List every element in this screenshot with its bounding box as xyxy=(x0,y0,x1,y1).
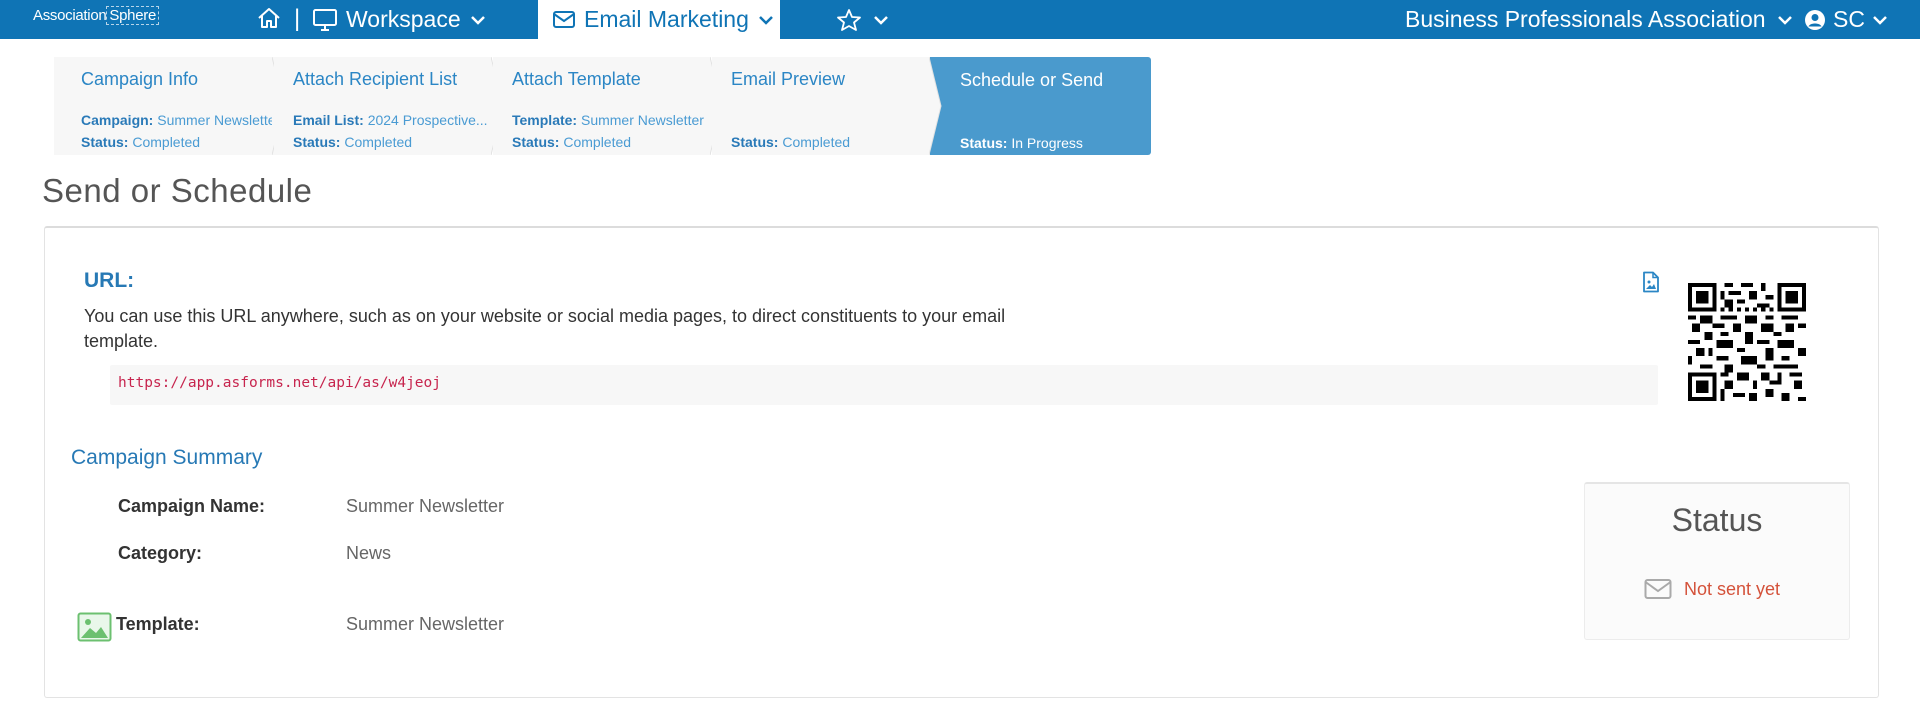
envelope-icon xyxy=(1644,579,1672,599)
page-title: Send or Schedule xyxy=(42,172,313,209)
send-status-text: Not sent yet xyxy=(1684,578,1781,599)
wizard-step-attach-recipient-list[interactable]: Attach Recipient List Email List: 2024 P… xyxy=(274,57,492,155)
home-icon[interactable] xyxy=(256,5,282,31)
workspace-label: Workspace xyxy=(346,6,461,32)
chevron-down-icon xyxy=(759,15,773,25)
campaign-url[interactable]: https://app.asforms.net/api/as/w4jeoj xyxy=(118,375,441,391)
wizard-step-attach-template[interactable]: Attach Template Template: Summer Newslet… xyxy=(493,57,711,155)
step-detail: Template: Summer Newsletter xyxy=(512,112,704,128)
category-value: News xyxy=(346,543,392,563)
step-title: Email Preview xyxy=(731,69,846,89)
chevron-down-icon xyxy=(1873,15,1887,25)
top-navbar: Association Sphere | Workspace Email Mark… xyxy=(0,0,1920,39)
logo-text: Association xyxy=(33,7,107,24)
organization-name: Business Professionals Association xyxy=(1405,6,1766,32)
logo-text-sphere: Sphere xyxy=(106,6,159,25)
app-logo[interactable]: Association Sphere xyxy=(33,6,159,25)
workspace-menu[interactable]: Workspace xyxy=(312,0,487,39)
category-label: Category: xyxy=(118,543,203,563)
step-title: Campaign Info xyxy=(81,69,199,89)
step-divider xyxy=(929,57,942,155)
nav-separator: | xyxy=(294,5,301,32)
favorites-menu[interactable] xyxy=(836,0,890,39)
envelope-icon xyxy=(553,10,575,28)
template-thumbnail-icon[interactable] xyxy=(77,612,112,642)
email-marketing-menu[interactable]: Email Marketing xyxy=(538,0,780,39)
user-initials: SC xyxy=(1833,6,1865,32)
step-status: Status: Completed xyxy=(731,134,851,150)
star-icon xyxy=(837,8,861,31)
wizard-step-email-preview[interactable]: Email Preview Status: Completed xyxy=(712,57,930,155)
step-status: Status: Completed xyxy=(81,134,201,150)
download-image-icon[interactable] xyxy=(1642,271,1660,293)
step-detail: Campaign: Summer Newsletter xyxy=(81,112,281,128)
step-status: Status: In Progress xyxy=(960,135,1083,151)
url-description: You can use this URL anywhere, such as o… xyxy=(84,306,1006,351)
step-title: Attach Template xyxy=(512,69,641,89)
campaign-wizard: Campaign Info Campaign: Summer Newslette… xyxy=(54,57,1151,155)
campaign-summary-heading: Campaign Summary xyxy=(71,446,263,469)
wizard-step-campaign-info[interactable]: Campaign Info Campaign: Summer Newslette… xyxy=(54,57,280,155)
step-status: Status: Completed xyxy=(293,134,413,150)
step-status: Status: Completed xyxy=(512,134,632,150)
user-circle-icon xyxy=(1805,9,1825,30)
step-detail: Email List: 2024 Prospective... xyxy=(293,112,488,128)
monitor-icon xyxy=(313,8,337,31)
send-status: Not sent yet xyxy=(1644,578,1780,600)
campaign-name-value: Summer Newsletter xyxy=(346,496,505,516)
chevron-down-icon xyxy=(470,15,485,25)
email-marketing-label: Email Marketing xyxy=(584,6,749,32)
organization-menu[interactable]: Business Professionals Association xyxy=(1405,0,1794,39)
chevron-down-icon xyxy=(1777,15,1792,25)
qr-code xyxy=(1688,283,1806,401)
template-label: Template: xyxy=(116,614,200,634)
template-value: Summer Newsletter xyxy=(346,614,505,634)
step-title: Schedule or Send xyxy=(960,70,1104,90)
campaign-name-label: Campaign Name: xyxy=(118,496,266,516)
url-heading: URL: xyxy=(84,269,135,292)
step-title: Attach Recipient List xyxy=(293,69,458,89)
wizard-step-schedule-or-send[interactable]: Schedule or Send Status: In Progress xyxy=(930,57,1151,155)
user-menu[interactable]: SC xyxy=(1803,0,1889,39)
status-title: Status xyxy=(1671,502,1763,538)
chevron-down-icon xyxy=(874,15,888,25)
